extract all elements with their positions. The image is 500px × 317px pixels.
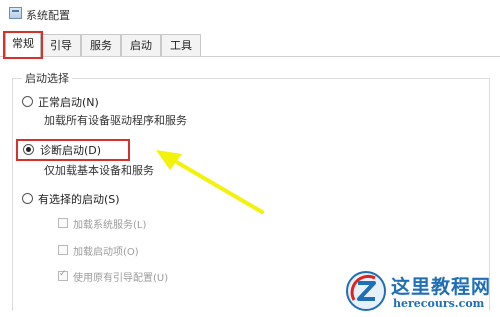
yellow-arrow-icon xyxy=(156,150,264,214)
z-logo-icon xyxy=(346,271,386,311)
selective-startup-radio[interactable] xyxy=(22,193,33,204)
normal-startup-radio[interactable] xyxy=(22,96,33,107)
tab-boot[interactable]: 引导 xyxy=(41,34,81,56)
selective-startup-label[interactable]: 有选择的启动(S) xyxy=(38,191,120,207)
system-config-icon xyxy=(9,7,22,19)
tab-tools[interactable]: 工具 xyxy=(161,34,201,56)
window-title: 系统配置 xyxy=(26,9,70,22)
group-label: 启动选择 xyxy=(22,70,72,86)
load-system-services-label: 加载系统服务(L) xyxy=(73,220,147,231)
tab-divider xyxy=(0,56,500,57)
use-original-boot-config-label: 使用原有引导配置(U) xyxy=(73,273,169,284)
tab-startup[interactable]: 启动 xyxy=(121,34,161,56)
load-system-services-checkbox[interactable] xyxy=(58,218,68,228)
normal-startup-label[interactable]: 正常启动(N) xyxy=(38,94,99,110)
load-startup-items-label: 加载启动项(O) xyxy=(73,247,139,258)
tab-strip: 常规 引导 服务 启动 工具 xyxy=(0,32,500,57)
load-startup-items-checkbox[interactable] xyxy=(58,245,68,255)
watermark: 这里教程网 herecours.com xyxy=(345,268,500,317)
diagnostic-startup-desc: 仅加载基本设备和服务 xyxy=(44,164,154,177)
title-bar: 系统配置 xyxy=(0,0,500,30)
watermark-title: 这里教程网 xyxy=(391,276,492,298)
tab-services[interactable]: 服务 xyxy=(81,34,121,56)
tab-highlight-box xyxy=(3,31,43,59)
use-original-boot-config-checkbox[interactable] xyxy=(58,269,68,281)
normal-startup-desc: 加载所有设备驱动程序和服务 xyxy=(44,114,187,127)
watermark-url: herecours.com xyxy=(393,297,485,310)
diagnostic-highlight-box xyxy=(16,139,130,161)
